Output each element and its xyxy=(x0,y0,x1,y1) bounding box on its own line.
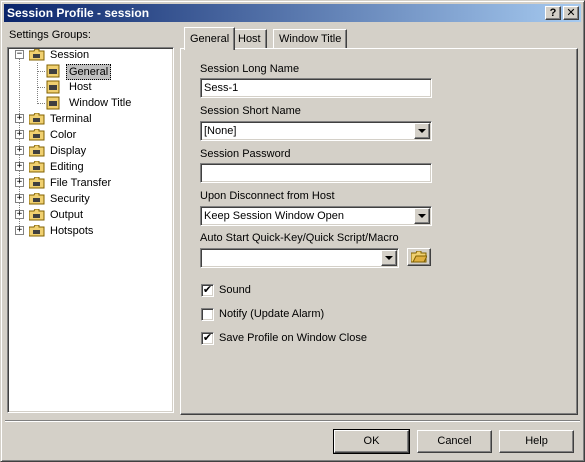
tree-item-hotspots[interactable]: + Hotspots xyxy=(8,223,168,239)
expand-icon[interactable]: + xyxy=(15,210,24,219)
window-title: Session Profile - session xyxy=(7,6,150,20)
folder-icon xyxy=(29,161,45,173)
chevron-down-icon[interactable] xyxy=(381,250,397,266)
ok-button[interactable]: OK xyxy=(333,429,410,454)
folder-icon xyxy=(29,209,45,221)
sound-checkbox[interactable]: ✔ xyxy=(201,284,214,297)
chevron-down-icon[interactable] xyxy=(414,123,430,139)
tree-item-general[interactable]: General xyxy=(8,63,168,80)
folder-icon xyxy=(29,129,45,141)
expand-icon[interactable]: + xyxy=(15,178,24,187)
tree-item-session[interactable]: − Session xyxy=(8,47,168,63)
check-icon: ✔ xyxy=(202,332,213,344)
tree-item-file-transfer[interactable]: + File Transfer xyxy=(8,175,168,191)
page-icon xyxy=(46,80,60,94)
help-button[interactable]: Help xyxy=(499,430,574,453)
notify-label: Notify (Update Alarm) xyxy=(219,308,325,320)
autostart-dropdown[interactable] xyxy=(200,248,399,268)
disconnect-label: Upon Disconnect from Host xyxy=(200,190,335,202)
short-name-dropdown[interactable]: [None] xyxy=(200,121,432,141)
page-icon xyxy=(46,64,60,78)
expand-icon[interactable]: + xyxy=(15,226,24,235)
save-profile-checkbox[interactable]: ✔ xyxy=(201,332,214,345)
tab-label: General xyxy=(190,33,230,45)
tree-item-security[interactable]: + Security xyxy=(8,191,168,207)
help-icon[interactable]: ? xyxy=(545,6,561,20)
chevron-down-icon[interactable] xyxy=(414,208,430,224)
expand-icon[interactable]: + xyxy=(15,114,24,123)
password-field[interactable] xyxy=(200,163,432,183)
check-icon: ✔ xyxy=(202,284,213,296)
notify-checkbox[interactable] xyxy=(201,308,214,321)
folder-open-icon xyxy=(410,250,428,263)
tab-label: Window Title xyxy=(279,33,342,45)
session-profile-dialog: Session Profile - session ? ✕ Settings G… xyxy=(0,0,585,462)
password-label: Session Password xyxy=(200,148,291,160)
tab-general[interactable]: General xyxy=(184,27,236,50)
collapse-icon[interactable]: − xyxy=(15,50,24,59)
expand-icon[interactable]: + xyxy=(15,162,24,171)
folder-icon xyxy=(29,145,45,157)
cancel-button[interactable]: Cancel xyxy=(417,430,492,453)
page-icon xyxy=(46,96,60,110)
folder-icon xyxy=(29,177,45,189)
close-icon[interactable]: ✕ xyxy=(563,6,579,20)
tree-item-display[interactable]: + Display xyxy=(8,143,168,159)
tree-item-terminal[interactable]: + Terminal xyxy=(8,111,168,127)
title-bar[interactable]: Session Profile - session ? ✕ xyxy=(4,4,581,22)
tree-item-color[interactable]: + Color xyxy=(8,127,168,143)
tree-item-editing[interactable]: + Editing xyxy=(8,159,168,175)
folder-icon xyxy=(29,225,45,237)
browse-folder-button[interactable] xyxy=(407,248,431,266)
expand-icon[interactable]: + xyxy=(15,146,24,155)
tab-label: Host xyxy=(238,33,261,45)
sound-label: Sound xyxy=(219,284,251,296)
general-tab-panel: Session Long Name Sess-1 Session Short N… xyxy=(180,48,578,415)
expand-icon[interactable]: + xyxy=(15,130,24,139)
tree-item-window-title[interactable]: Window Title xyxy=(8,95,168,111)
tree-item-output[interactable]: + Output xyxy=(8,207,168,223)
short-name-value: [None] xyxy=(204,125,237,137)
save-profile-label: Save Profile on Window Close xyxy=(219,332,367,344)
short-name-label: Session Short Name xyxy=(200,105,301,117)
settings-tree[interactable]: − Session General Host Window Title + Te… xyxy=(7,47,174,413)
long-name-field[interactable]: Sess-1 xyxy=(200,78,432,98)
folder-open-icon xyxy=(29,49,45,61)
separator xyxy=(5,420,580,422)
expand-icon[interactable]: + xyxy=(15,194,24,203)
disconnect-dropdown[interactable]: Keep Session Window Open xyxy=(200,206,432,226)
tab-window-title[interactable]: Window Title xyxy=(273,29,348,49)
tree-item-host[interactable]: Host xyxy=(8,79,168,95)
autostart-label: Auto Start Quick-Key/Quick Script/Macro xyxy=(200,232,399,244)
tab-host[interactable]: Host xyxy=(232,29,267,49)
folder-icon xyxy=(29,193,45,205)
disconnect-value: Keep Session Window Open xyxy=(204,210,345,222)
folder-icon xyxy=(29,113,45,125)
long-name-label: Session Long Name xyxy=(200,63,300,75)
settings-groups-label: Settings Groups: xyxy=(9,29,91,41)
